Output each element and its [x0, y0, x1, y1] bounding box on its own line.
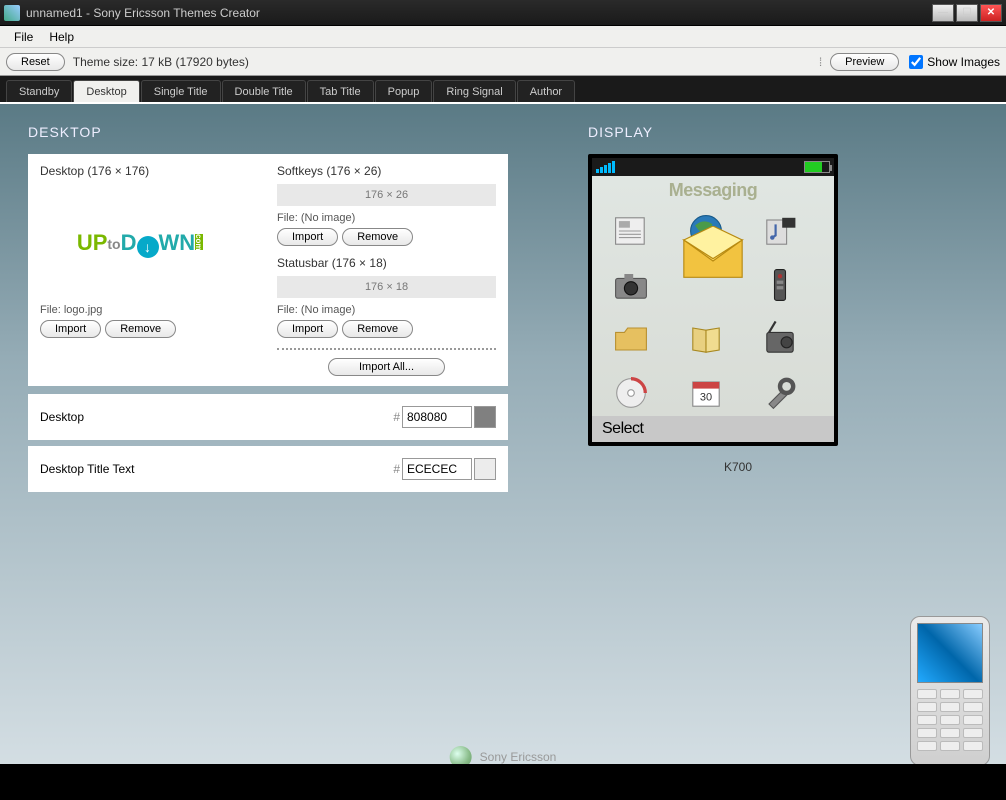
close-button[interactable]: ✕: [980, 4, 1002, 22]
section-desktop-heading: DESKTOP: [28, 124, 508, 140]
signal-icon: [596, 161, 615, 173]
color-title-label: Desktop Title Text: [40, 462, 150, 476]
show-images-label: Show Images: [927, 55, 1000, 69]
media-icon: [753, 207, 807, 255]
softkeys-import-button[interactable]: Import: [277, 228, 338, 246]
hash-icon: #: [393, 462, 400, 476]
tab-standby[interactable]: Standby: [6, 80, 72, 102]
menubar: File Help: [0, 26, 1006, 48]
menu-help[interactable]: Help: [41, 28, 82, 46]
brand-label: Sony Ericsson: [480, 750, 557, 764]
statusbar-import-button[interactable]: Import: [277, 320, 338, 338]
svg-text:30: 30: [700, 392, 712, 404]
phone-screen: Messaging 30: [592, 176, 834, 416]
statusbar-remove-button[interactable]: Remove: [342, 320, 413, 338]
tab-popup[interactable]: Popup: [375, 80, 433, 102]
hash-icon: #: [393, 410, 400, 424]
color-row-title-text: Desktop Title Text #: [28, 446, 508, 492]
phone-screen-title: Messaging: [592, 176, 834, 201]
cd-icon: [604, 369, 658, 416]
calendar-icon: 30: [679, 369, 733, 416]
tab-ring-signal[interactable]: Ring Signal: [433, 80, 515, 102]
tab-tab-title[interactable]: Tab Title: [307, 80, 374, 102]
app-icon: [4, 5, 20, 21]
color-title-swatch[interactable]: [474, 458, 496, 480]
tab-author[interactable]: Author: [517, 80, 575, 102]
softkeys-label: Softkeys (176 × 26): [277, 164, 496, 178]
desktop-import-button[interactable]: Import: [40, 320, 101, 338]
color-desktop-input[interactable]: [402, 406, 472, 428]
softkeys-file-label: File: (No image): [277, 212, 496, 224]
phone-status-bar: [592, 158, 834, 176]
softkeys-placeholder: 176 × 26: [277, 184, 496, 206]
show-images-checkbox[interactable]: Show Images: [909, 55, 1000, 69]
color-desktop-swatch[interactable]: [474, 406, 496, 428]
statusbar-placeholder: 176 × 18: [277, 276, 496, 298]
preview-button[interactable]: Preview: [830, 53, 899, 71]
softkey-select-label: Select: [602, 420, 643, 438]
section-display-heading: DISPLAY: [588, 124, 888, 140]
show-images-input[interactable]: [909, 55, 923, 69]
reset-button[interactable]: Reset: [6, 53, 65, 71]
maximize-button[interactable]: ☐: [956, 4, 978, 22]
phone-model-label: K700: [588, 460, 888, 474]
titlebar: unnamed1 - Sony Ericsson Themes Creator …: [0, 0, 1006, 26]
main-area: DESKTOP Desktop (176 × 176) UPtoD↓WNcom …: [0, 104, 1006, 774]
menu-file[interactable]: File: [6, 28, 41, 46]
window-title: unnamed1 - Sony Ericsson Themes Creator: [26, 6, 932, 20]
tab-double-title[interactable]: Double Title: [222, 80, 306, 102]
desktop-file-label: File: logo.jpg: [40, 304, 259, 316]
logo-image: UPtoD↓WNcom: [40, 209, 240, 279]
softkeys-remove-button[interactable]: Remove: [342, 228, 413, 246]
tab-desktop[interactable]: Desktop: [73, 80, 139, 102]
toolbar: Reset Theme size: 17 kB (17920 bytes) ⁞ …: [0, 48, 1006, 76]
color-title-input[interactable]: [402, 458, 472, 480]
folder-icon: [604, 315, 658, 363]
desktop-remove-button[interactable]: Remove: [105, 320, 176, 338]
book-icon: [679, 315, 733, 363]
tools-icon: [753, 369, 807, 416]
phone-softkey-bar: Select: [592, 416, 834, 442]
desktop-preview: UPtoD↓WNcom: [40, 184, 259, 304]
battery-icon: [804, 161, 830, 173]
phone-preview: Messaging 30: [588, 154, 838, 446]
divider: [277, 348, 496, 350]
radio-icon: [753, 315, 807, 363]
import-all-button[interactable]: Import All...: [328, 358, 445, 376]
remote-icon: [753, 261, 807, 309]
statusbar-file-label: File: (No image): [277, 304, 496, 316]
handset-screen: [917, 623, 983, 683]
camera-icon: [604, 261, 658, 309]
panel-images: Desktop (176 × 176) UPtoD↓WNcom File: lo…: [28, 154, 508, 386]
tabs: Standby Desktop Single Title Double Titl…: [0, 76, 1006, 104]
news-icon: [604, 207, 658, 255]
color-desktop-label: Desktop: [40, 410, 393, 424]
handset-illustration: [910, 616, 990, 766]
desktop-image-label: Desktop (176 × 176): [40, 164, 259, 178]
statusbar-label: Statusbar (176 × 18): [277, 256, 496, 270]
grip-icon: ⁞: [819, 55, 820, 69]
theme-size-label: Theme size: 17 kB (17920 bytes): [73, 55, 249, 69]
tab-single-title[interactable]: Single Title: [141, 80, 221, 102]
color-row-desktop: Desktop #: [28, 394, 508, 440]
minimize-button[interactable]: —: [932, 4, 954, 22]
bottom-strip: [0, 764, 1006, 774]
mail-icon: [678, 226, 748, 285]
